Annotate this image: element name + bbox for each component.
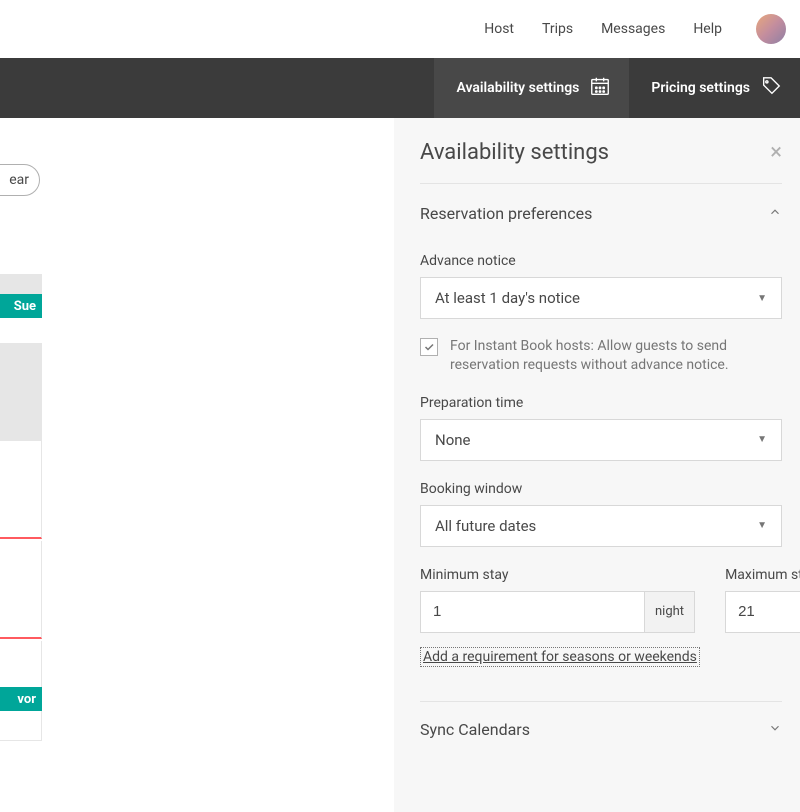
nav-messages[interactable]: Messages bbox=[601, 21, 665, 37]
preparation-time-select[interactable]: None ▼ bbox=[420, 419, 782, 461]
instant-book-text: For Instant Book hosts: Allow guests to … bbox=[450, 337, 782, 375]
calendar-left-fragment: ear Sue vor bbox=[0, 118, 50, 812]
maximum-stay-col: Maximum stay nights bbox=[725, 567, 800, 633]
panel-header: Availability settings × bbox=[420, 140, 782, 184]
minimum-stay-unit: night bbox=[644, 592, 694, 632]
chevron-down-icon: ▼ bbox=[757, 520, 767, 531]
calendar-cell bbox=[0, 274, 42, 294]
booking-window-label: Booking window bbox=[420, 481, 782, 497]
chevron-down-icon: ▼ bbox=[757, 434, 767, 445]
add-requirement-link[interactable]: Add a requirement for seasons or weekend… bbox=[420, 647, 700, 667]
settings-tabs: Availability settings Pricing settings bbox=[0, 58, 800, 118]
nav-help[interactable]: Help bbox=[693, 21, 722, 37]
maximum-stay-input[interactable] bbox=[726, 592, 800, 632]
minimum-stay-input[interactable] bbox=[421, 592, 644, 632]
top-nav: Host Trips Messages Help bbox=[0, 0, 800, 58]
instant-book-checkbox[interactable] bbox=[420, 338, 438, 356]
minimum-stay-label: Minimum stay bbox=[420, 567, 695, 583]
minimum-stay-col: Minimum stay night bbox=[420, 567, 695, 633]
advance-notice-label: Advance notice bbox=[420, 253, 782, 269]
section-sync-calendars[interactable]: Sync Calendars bbox=[420, 701, 782, 757]
preparation-time-label: Preparation time bbox=[420, 395, 782, 411]
availability-settings-panel: Availability settings × Reservation pref… bbox=[394, 118, 800, 812]
close-icon[interactable]: × bbox=[770, 142, 782, 164]
calendar-cell bbox=[0, 441, 42, 539]
maximum-stay-label: Maximum stay bbox=[725, 567, 800, 583]
chevron-down-icon: ▼ bbox=[757, 293, 767, 304]
panel-title: Availability settings bbox=[420, 140, 609, 165]
tab-label: Pricing settings bbox=[651, 80, 750, 96]
nav-trips[interactable]: Trips bbox=[542, 21, 573, 37]
nav-host[interactable]: Host bbox=[484, 21, 514, 37]
tab-label: Availability settings bbox=[456, 80, 579, 96]
maximum-stay-field: nights bbox=[725, 591, 800, 633]
chevron-up-icon bbox=[768, 204, 782, 223]
advance-notice-select[interactable]: At least 1 day's notice ▼ bbox=[420, 277, 782, 319]
tab-pricing-settings[interactable]: Pricing settings bbox=[629, 58, 800, 118]
reservation-tag[interactable]: Sue bbox=[0, 294, 42, 318]
stay-row: Minimum stay night Maximum stay nights bbox=[420, 567, 782, 633]
chevron-down-icon bbox=[768, 720, 782, 739]
filter-pill[interactable]: ear bbox=[0, 164, 40, 196]
tab-availability-settings[interactable]: Availability settings bbox=[434, 58, 629, 118]
section-title: Reservation preferences bbox=[420, 204, 592, 223]
calendar-cell bbox=[0, 343, 42, 441]
reservation-tag[interactable]: vor bbox=[0, 687, 42, 711]
select-value: All future dates bbox=[435, 517, 536, 535]
select-value: None bbox=[435, 431, 471, 449]
section-title: Sync Calendars bbox=[420, 720, 530, 739]
calendar-cell bbox=[0, 541, 42, 639]
calendar-icon bbox=[589, 75, 611, 101]
instant-book-row: For Instant Book hosts: Allow guests to … bbox=[420, 337, 782, 375]
minimum-stay-field: night bbox=[420, 591, 695, 633]
select-value: At least 1 day's notice bbox=[435, 289, 580, 307]
avatar[interactable] bbox=[756, 14, 786, 44]
booking-window-select[interactable]: All future dates ▼ bbox=[420, 505, 782, 547]
section-reservation-preferences[interactable]: Reservation preferences bbox=[420, 184, 782, 239]
price-tag-icon bbox=[760, 75, 782, 101]
